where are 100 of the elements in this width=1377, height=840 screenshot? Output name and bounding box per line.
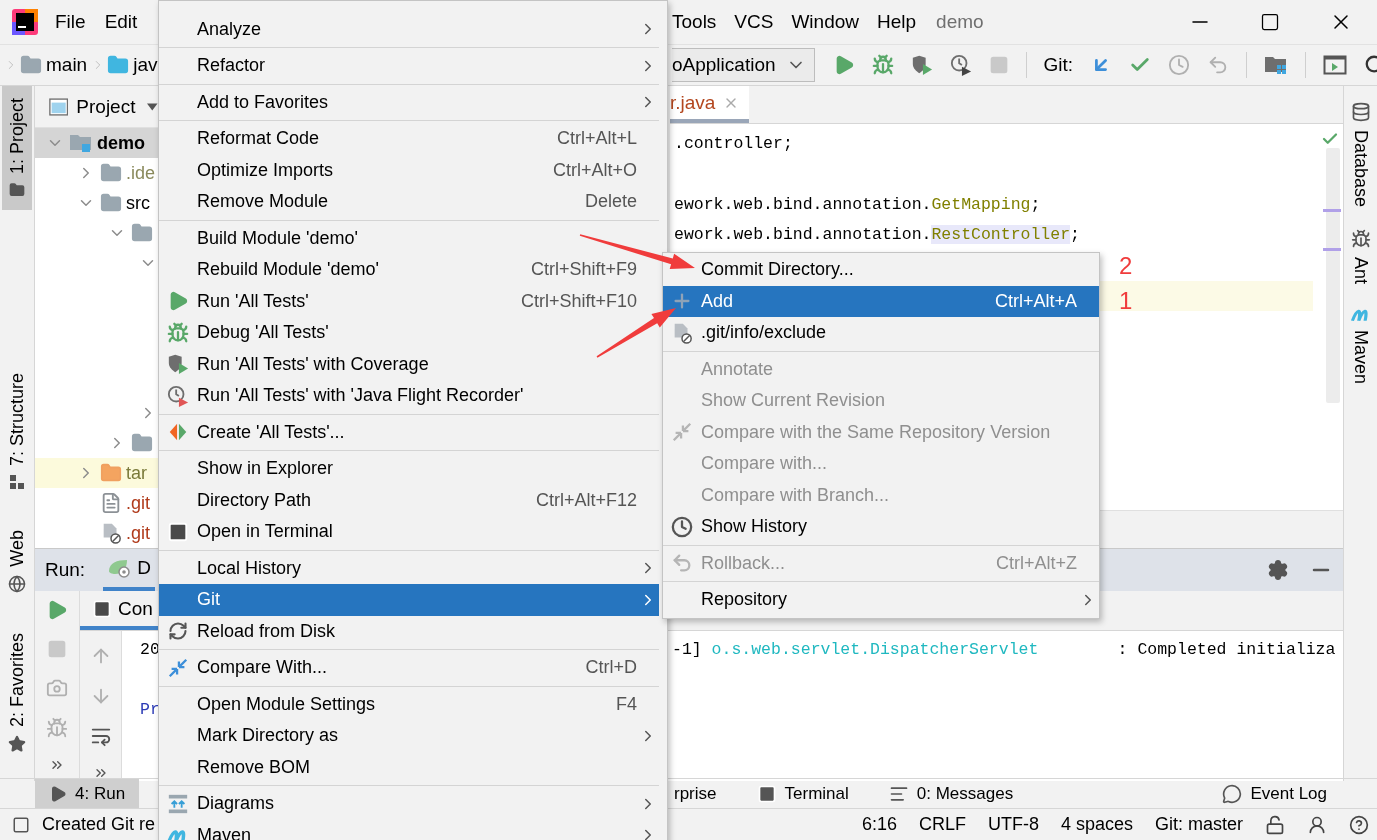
menu-item[interactable]: Run 'All Tests' with Coverage xyxy=(159,348,659,380)
code-line: .controller; xyxy=(673,132,794,155)
menu-item[interactable]: Commit Directory... xyxy=(663,254,1099,286)
menu-item[interactable]: Diagrams xyxy=(159,788,659,820)
tool-window-button[interactable]: rprise xyxy=(674,779,743,808)
menu-bar-item[interactable]: Window xyxy=(791,11,859,33)
status-item[interactable]: CRLF xyxy=(918,814,966,835)
tool-window-tab[interactable]: 2: Favorites xyxy=(2,620,32,765)
menu-item[interactable]: Optimize Imports Ctrl+Alt+O xyxy=(159,154,659,186)
menu-item[interactable]: Create 'All Tests'... xyxy=(159,416,659,448)
bug-icon[interactable] xyxy=(871,54,894,76)
menu-item[interactable]: Repository xyxy=(663,584,1099,616)
menu-bar-item[interactable]: Edit xyxy=(104,11,138,33)
menu-bar-item[interactable]: Tools xyxy=(672,11,717,33)
caret-icon[interactable] xyxy=(147,102,158,111)
shortcut-text: Ctrl+Alt+Z xyxy=(995,552,1077,574)
tool-window-tab[interactable]: Ant xyxy=(1345,225,1376,289)
menu-bar-item[interactable]: VCS xyxy=(734,11,774,33)
menu-item[interactable]: Reformat Code Ctrl+Alt+L xyxy=(159,123,659,155)
run-tab[interactable]: D xyxy=(103,549,155,591)
camera-icon[interactable] xyxy=(46,677,68,699)
refresh-icon xyxy=(168,621,188,642)
menu-item[interactable]: Rebuild Module 'demo' Ctrl+Shift+F9 xyxy=(159,254,659,286)
clock-play-icon xyxy=(167,384,189,407)
panel-title: Run: xyxy=(45,559,86,581)
tool-window-tab[interactable]: Database xyxy=(1345,98,1376,212)
tool-window-button[interactable]: 4: Run xyxy=(35,779,140,808)
person-icon[interactable] xyxy=(1307,814,1327,835)
menu-item[interactable]: Add Ctrl+Alt+A xyxy=(663,285,1099,317)
tree-item[interactable]: .ide xyxy=(35,158,158,188)
globe-icon xyxy=(8,574,26,593)
menu-item[interactable]: Run 'All Tests' with 'Java Flight Recorder' xyxy=(159,380,659,412)
code-line: ework.web.bind.annotation.GetMapping; xyxy=(673,193,1042,216)
menu-item[interactable]: Build Module 'demo' xyxy=(159,222,659,254)
tool-window-tab[interactable]: 1: Project xyxy=(2,86,32,211)
menu-item[interactable]: Open Module Settings F4 xyxy=(159,688,659,720)
help-icon[interactable] xyxy=(1349,814,1369,835)
menu-item[interactable]: Git xyxy=(159,584,659,616)
compare-arrows-icon xyxy=(671,421,693,444)
menu-bar-item[interactable]: File xyxy=(55,11,86,33)
panel-toggle-icon[interactable] xyxy=(12,815,30,834)
file-icon xyxy=(100,492,122,514)
menu-item[interactable]: Analyze xyxy=(159,13,659,45)
maximize-icon[interactable] xyxy=(1260,12,1280,32)
folder-icon xyxy=(9,182,25,199)
status-item[interactable]: Git: master xyxy=(1155,814,1243,835)
menu-item[interactable]: Local History xyxy=(159,552,659,584)
menu-item[interactable]: Show History xyxy=(663,511,1099,543)
lock-icon[interactable] xyxy=(1265,814,1285,835)
menu-item[interactable]: Refactor xyxy=(159,50,659,82)
bug-icon xyxy=(1350,229,1371,250)
editor-tab[interactable]: r.java xyxy=(670,86,750,123)
shortcut-text: F4 xyxy=(616,693,637,715)
tree-item[interactable]: demo xyxy=(35,128,158,158)
tree-item[interactable]: tar xyxy=(35,458,158,488)
folder-icon xyxy=(131,222,153,244)
menu-item[interactable]: Directory Path Ctrl+Alt+F12 xyxy=(159,484,659,516)
menu-item[interactable]: Show in Explorer xyxy=(159,453,659,485)
status-item[interactable]: UTF-8 xyxy=(987,814,1039,835)
git-label: Git: xyxy=(1043,54,1074,76)
shield-play-icon xyxy=(910,54,933,76)
bug-icon xyxy=(167,321,189,344)
run-window-icon[interactable] xyxy=(1323,54,1348,76)
menu-item[interactable]: Debug 'All Tests' xyxy=(159,317,659,349)
breadcrumb[interactable]: main xyxy=(46,54,88,76)
folder-icon xyxy=(100,192,122,214)
menu-item[interactable]: Add to Favorites xyxy=(159,86,659,118)
status-item[interactable]: 6:16 xyxy=(861,814,897,835)
menu-item[interactable]: Open in Terminal xyxy=(159,516,659,548)
folder-grid-icon[interactable] xyxy=(1264,54,1289,76)
tree-item[interactable]: .git xyxy=(35,518,158,548)
clock-play-icon xyxy=(949,54,972,76)
bug-icon[interactable] xyxy=(46,717,68,739)
breadcrumb[interactable]: jav xyxy=(133,54,158,76)
menu-item[interactable]: Maven xyxy=(159,819,659,840)
settings-icon[interactable] xyxy=(1267,559,1289,581)
event-log-button[interactable]: Event Log xyxy=(1208,779,1341,808)
leaf-icon xyxy=(107,557,132,579)
menu-bar-item[interactable]: Help xyxy=(877,11,917,33)
tool-window-tab[interactable]: Web xyxy=(2,518,32,605)
status-item[interactable]: 4 spaces xyxy=(1060,814,1133,835)
code-line: ework.web.bind.annotation.RestController; xyxy=(673,224,1081,247)
menu-item[interactable]: .git/info/exclude xyxy=(663,317,1099,349)
tree-item[interactable]: src xyxy=(35,188,158,218)
run-config-dropdown[interactable]: oApplication xyxy=(672,48,815,82)
menu-item[interactable]: Reload from Disk xyxy=(159,615,659,647)
tool-window-tab[interactable]: 7: Structure xyxy=(2,361,32,503)
menu-item[interactable]: Remove BOM xyxy=(159,751,659,783)
menu-item[interactable]: Compare With... Ctrl+D xyxy=(159,652,659,684)
clock-icon[interactable] xyxy=(1168,54,1191,76)
tree-item[interactable]: .git xyxy=(35,488,158,518)
folder-icon xyxy=(69,132,93,154)
tool-window-button[interactable]: Terminal xyxy=(742,779,875,808)
clock-icon xyxy=(671,515,693,538)
menu-item[interactable]: Run 'All Tests' Ctrl+Shift+F10 xyxy=(159,285,659,317)
tool-window-tab[interactable]: Maven xyxy=(1345,302,1376,389)
menu-item[interactable]: Remove Module Delete xyxy=(159,186,659,218)
tool-window-button[interactable]: 0: Messages xyxy=(874,779,1040,808)
menu-item[interactable]: Mark Directory as xyxy=(159,720,659,752)
database-icon xyxy=(1350,102,1371,122)
